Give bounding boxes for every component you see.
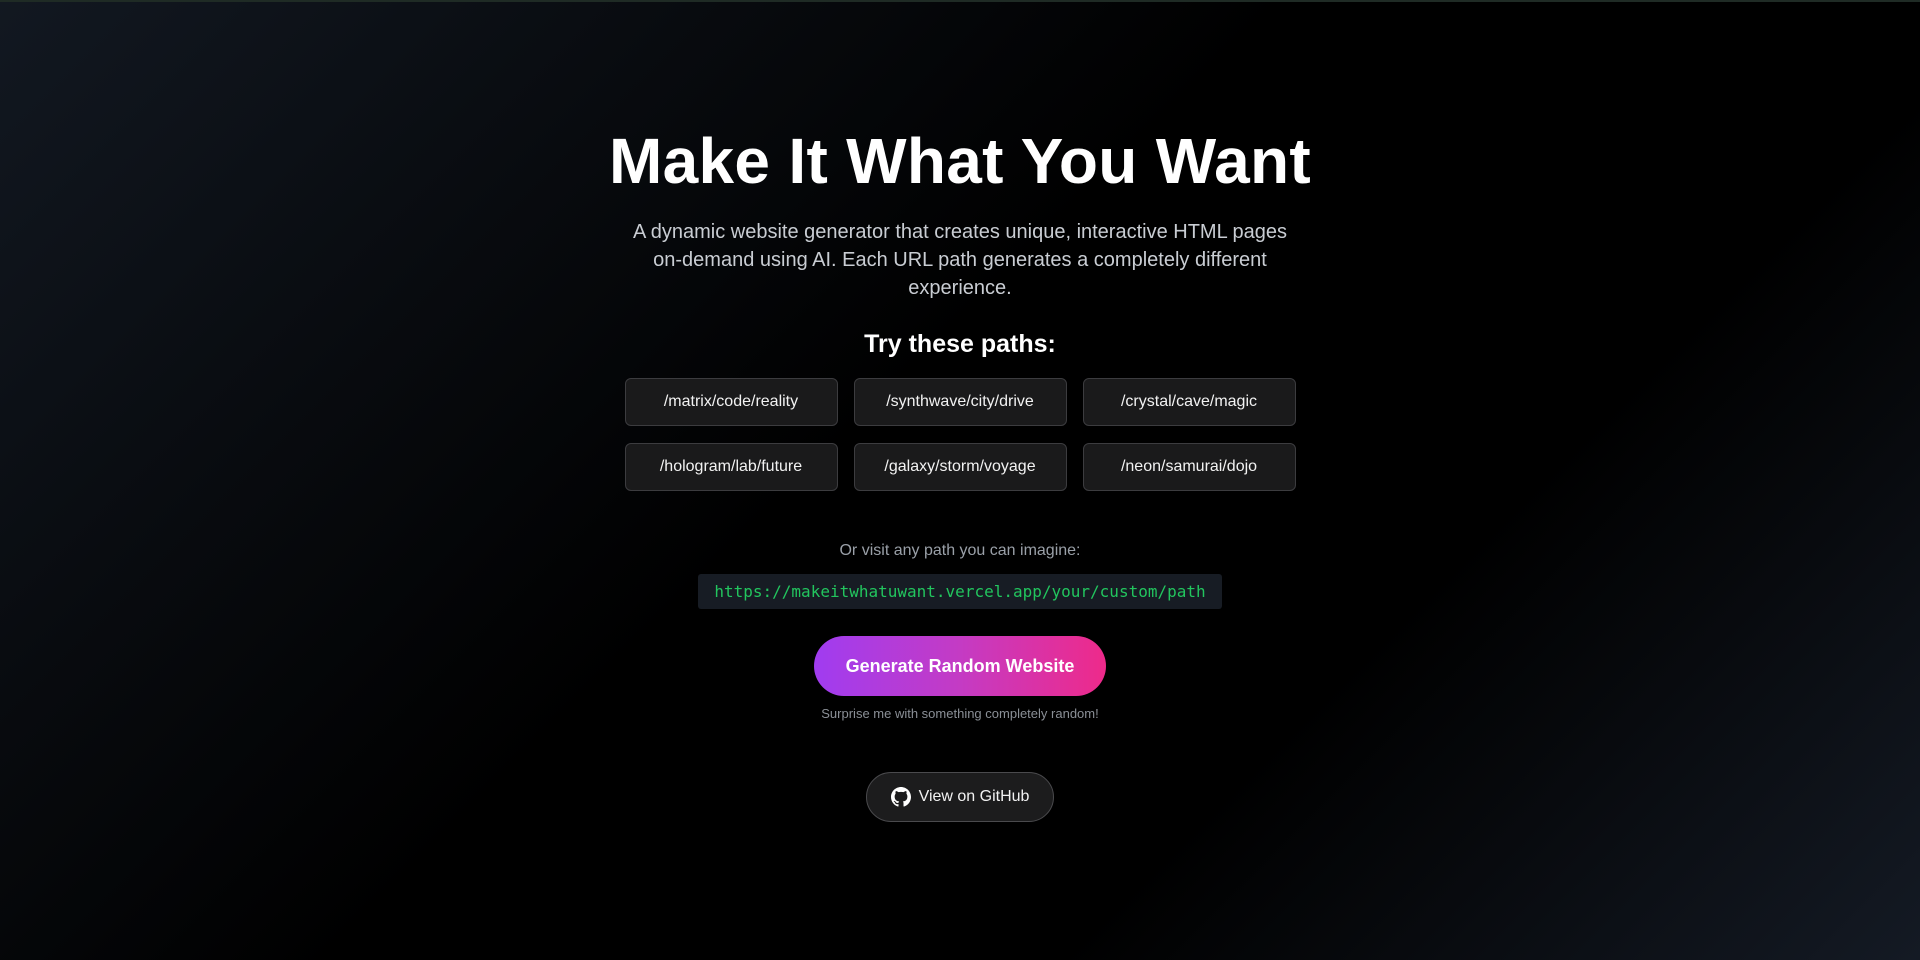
path-button-matrix[interactable]: /matrix/code/reality <box>624 378 838 426</box>
github-icon <box>890 787 911 807</box>
path-button-neon[interactable]: /neon/samurai/dojo <box>1082 443 1296 491</box>
github-button[interactable]: View on GitHub <box>866 772 1054 822</box>
path-button-crystal[interactable]: /crystal/cave/magic <box>1082 378 1296 426</box>
generate-random-button[interactable]: Generate Random Website <box>814 636 1106 696</box>
path-button-galaxy[interactable]: /galaxy/storm/voyage <box>853 443 1067 491</box>
path-button-synthwave[interactable]: /synthwave/city/drive <box>853 378 1067 426</box>
github-button-label: View on GitHub <box>918 788 1030 805</box>
main-content: Make It What You Want A dynamic website … <box>0 0 1920 822</box>
page-description: A dynamic website generator that creates… <box>632 221 1288 299</box>
page-title: Make It What You Want <box>608 125 1312 197</box>
paths-heading: Try these paths: <box>864 330 1056 358</box>
custom-url-example: https://makeitwhatuwant.vercel.app/your/… <box>698 574 1222 609</box>
paths-grid: /matrix/code/reality /synthwave/city/dri… <box>624 378 1296 491</box>
path-button-hologram[interactable]: /hologram/lab/future <box>624 443 838 491</box>
generate-caption: Surprise me with something completely ra… <box>821 706 1099 721</box>
custom-path-label: Or visit any path you can imagine: <box>839 542 1081 559</box>
